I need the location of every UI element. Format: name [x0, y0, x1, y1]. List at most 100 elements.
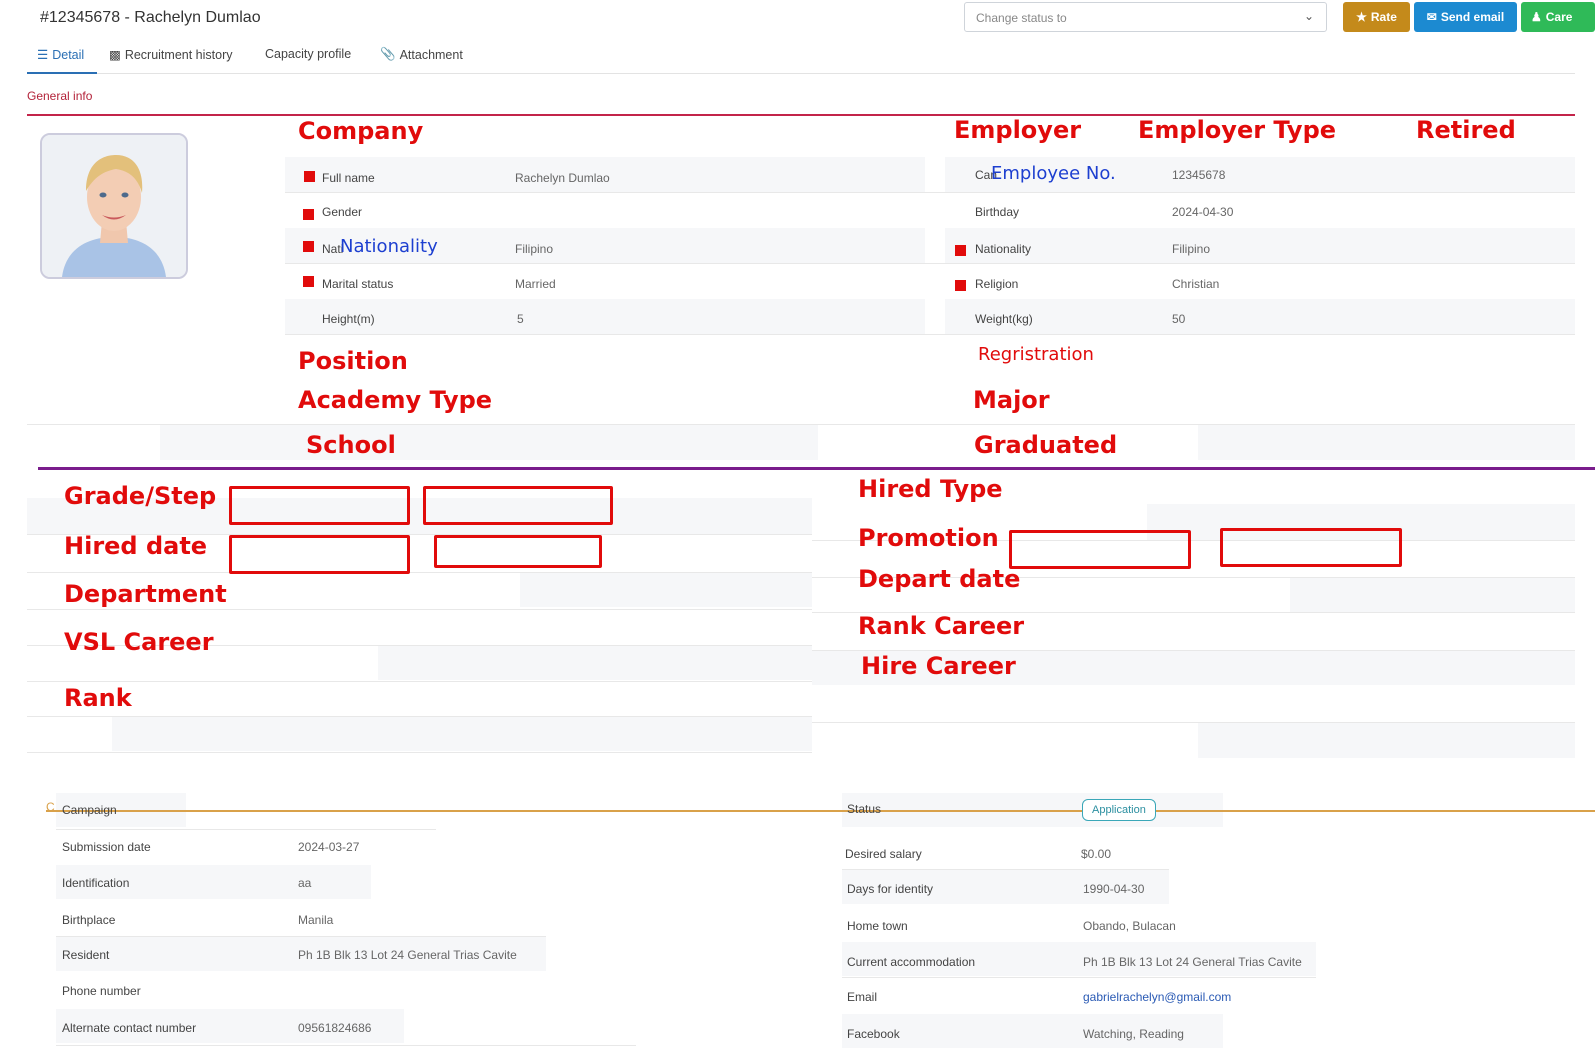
status-select-placeholder: Change status to — [976, 11, 1067, 25]
send-email-button[interactable]: ✉ Send email — [1414, 2, 1517, 32]
candidate-no-value: 12345678 — [1172, 168, 1226, 182]
tab-detail[interactable]: ☰ Detail — [37, 47, 85, 63]
facebook-label: Facebook — [847, 1027, 900, 1041]
hired-date-input-box-2[interactable] — [434, 535, 602, 568]
rate-button-label: Rate — [1370, 10, 1397, 24]
annotation-grade-step: Grade/Step — [64, 482, 217, 510]
status-label: Status — [847, 802, 882, 816]
annotation-rank: Rank — [64, 684, 132, 712]
home-town-label: Home town — [847, 919, 908, 933]
row-bg — [285, 299, 925, 334]
weight-value: 50 — [1172, 312, 1186, 326]
tab-attachment[interactable]: 📎 Attachment — [380, 47, 463, 62]
grade-input-box[interactable] — [229, 486, 410, 525]
briefcase-icon: ▩ — [109, 48, 121, 62]
annotation-rank-career: Rank Career — [858, 612, 1025, 640]
identification-label: Identification — [62, 876, 130, 890]
tabs-divider — [27, 73, 1575, 74]
row-divider — [56, 1045, 636, 1046]
section-divider-purple — [38, 467, 1595, 470]
resident-label: Resident — [62, 948, 110, 962]
section-general-info: General info — [27, 89, 93, 103]
annotation-company: Company — [298, 117, 424, 145]
nationality-value: Filipino — [1172, 242, 1211, 256]
paperclip-icon: 📎 — [380, 47, 396, 61]
row-divider — [285, 263, 1575, 264]
alternate-contact-value: 09561824686 — [298, 1021, 372, 1035]
row-bg — [1198, 425, 1575, 460]
phone-number-label: Phone number — [62, 984, 141, 998]
row-bg — [945, 228, 1575, 263]
annotation-registration: Regristration — [978, 344, 1094, 365]
birthday-value: 2024-04-30 — [1172, 205, 1234, 219]
nationality-left-value: Filipino — [515, 242, 554, 256]
active-tab-indicator — [27, 72, 97, 74]
annotation-promotion: Promotion — [858, 524, 999, 552]
row-bg — [945, 299, 1575, 334]
row-bg — [378, 645, 812, 680]
rate-button[interactable]: ★ Rate — [1343, 2, 1410, 32]
row-bg — [1290, 577, 1575, 612]
annotation-hired-type: Hired Type — [858, 475, 1003, 503]
birthplace-value: Manila — [298, 913, 334, 927]
desired-salary-label: Desired salary — [845, 847, 922, 861]
tab-recruitment-label: Recruitment history — [124, 47, 233, 62]
row-divider — [27, 681, 812, 682]
birthday-label: Birthday — [975, 205, 1020, 219]
hired-date-input-box[interactable] — [229, 535, 410, 574]
row-divider — [285, 334, 1575, 335]
change-status-select[interactable]: Change status to ⌄ — [964, 2, 1327, 32]
star-icon: ★ — [1356, 10, 1367, 24]
row-bg — [520, 572, 812, 607]
row-divider — [842, 869, 1169, 870]
email-link[interactable]: gabrielrachelyn@gmail.com — [1083, 990, 1231, 1004]
envelope-icon: ✉ — [1426, 10, 1437, 24]
gender-label: Gender — [322, 205, 363, 219]
facebook-value: Watching, Reading — [1083, 1027, 1184, 1041]
required-marker — [955, 245, 966, 256]
step-input-box[interactable] — [423, 486, 613, 525]
annotation-major: Major — [973, 386, 1050, 414]
religion-value: Christian — [1172, 277, 1220, 291]
row-divider — [27, 752, 812, 753]
marital-status-label: Marital status — [322, 277, 394, 291]
submission-date-label: Submission date — [62, 840, 151, 854]
campaign-label: Campaign — [62, 803, 117, 817]
annotation-school: School — [306, 431, 396, 459]
row-divider — [842, 977, 1316, 978]
religion-label: Religion — [975, 277, 1019, 291]
required-marker — [303, 209, 314, 220]
tab-capacity-profile[interactable]: Capacity profile — [265, 47, 351, 61]
annotation-depart-date: Depart date — [858, 565, 1021, 593]
user-icon: ♟ — [1531, 10, 1542, 24]
row-divider — [56, 936, 546, 937]
days-for-identity-label: Days for identity — [847, 882, 934, 896]
submission-date-value: 2024-03-27 — [298, 840, 360, 854]
row-bg — [112, 716, 812, 751]
annotation-employee-no: Employee No. — [991, 163, 1116, 184]
required-marker — [303, 241, 314, 252]
row-divider — [812, 722, 1575, 723]
identification-value: aa — [298, 876, 312, 890]
promotion-input-box-2[interactable] — [1220, 528, 1402, 567]
marital-status-value: Married — [515, 277, 556, 291]
row-bg — [1198, 722, 1575, 758]
annotation-hire-career: Hire Career — [861, 652, 1016, 680]
page-title: #12345678 - Rachelyn Dumlao — [40, 9, 261, 26]
tab-detail-label: Detail — [52, 47, 85, 62]
email-label: Email — [847, 990, 878, 1004]
send-email-label: Send email — [1440, 10, 1505, 24]
promotion-input-box[interactable] — [1009, 530, 1191, 569]
tab-recruitment-history[interactable]: ▩ Recruitment history — [109, 47, 233, 63]
home-town-value: Obando, Bulacan — [1083, 919, 1176, 933]
tab-attachment-label: Attachment — [399, 47, 463, 62]
required-marker — [304, 171, 315, 182]
weight-label: Weight(kg) — [975, 312, 1033, 326]
birthplace-label: Birthplace — [62, 913, 116, 927]
annotation-nationality: Nationality — [340, 236, 438, 257]
annotation-vsl-career: VSL Career — [64, 628, 214, 656]
height-value: 5 — [517, 312, 524, 326]
care-button[interactable]: ♟ Care — [1521, 2, 1595, 32]
annotation-graduated: Graduated — [974, 431, 1118, 459]
care-button-label: Care — [1545, 10, 1573, 24]
